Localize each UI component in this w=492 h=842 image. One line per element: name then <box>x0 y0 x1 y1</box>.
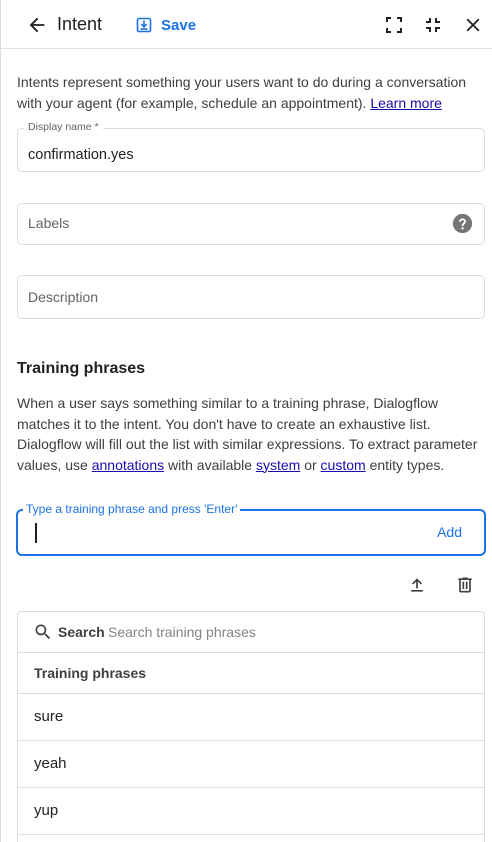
display-name-field[interactable]: Display name * confirmation.yes <box>17 121 485 172</box>
upload-button[interactable] <box>405 573 429 597</box>
training-phrases-title: Training phrases <box>17 360 146 377</box>
description-placeholder: Description <box>28 289 99 305</box>
table-search-row: Search <box>18 612 484 653</box>
save-icon <box>136 17 152 33</box>
fullscreen-button[interactable] <box>382 13 406 37</box>
phrase-text: yeah <box>34 755 67 772</box>
training-phrase-input-label: Type a training phrase and press 'Enter' <box>23 502 241 516</box>
page-title: Intent <box>57 14 103 34</box>
search-label: Search <box>58 624 105 640</box>
display-name-label: Display name * <box>24 121 103 133</box>
phrase-text: yup <box>34 802 59 819</box>
custom-link[interactable]: custom <box>321 457 366 473</box>
help-circle-icon[interactable] <box>452 213 473 234</box>
search-phrases-input[interactable] <box>108 620 438 644</box>
delete-button[interactable] <box>453 573 477 597</box>
labels-field[interactable]: Labels <box>17 203 485 245</box>
fullscreen-icon <box>386 17 402 33</box>
search-icon <box>35 624 51 640</box>
trash-icon <box>458 577 472 593</box>
labels-placeholder: Labels <box>28 215 70 231</box>
add-phrase-button[interactable]: Add <box>437 524 462 540</box>
column-header-label: Training phrases <box>34 665 147 681</box>
back-button[interactable] <box>24 12 50 38</box>
training-desc-text-2: with available <box>168 456 253 473</box>
system-link[interactable]: system <box>256 457 300 473</box>
save-label: Save <box>161 16 197 34</box>
description-field[interactable]: Description <box>17 275 485 319</box>
phrase-text: sure <box>34 708 64 725</box>
annotations-link[interactable]: annotations <box>92 457 164 473</box>
training-phrase-input[interactable]: Type a training phrase and press 'Enter'… <box>16 502 486 556</box>
panel-header: Intent Save <box>0 0 492 49</box>
intent-intro-text: Intents represent something your users w… <box>17 72 477 113</box>
text-caret <box>35 523 37 543</box>
fullscreen-exit-icon <box>426 18 440 32</box>
training-desc-text-3: or <box>304 456 317 473</box>
table-row[interactable]: yup <box>18 788 484 835</box>
arrow-back-icon <box>29 17 45 33</box>
table-row[interactable]: sure <box>18 694 484 741</box>
upload-icon <box>411 578 423 592</box>
table-column-header: Training phrases <box>18 653 484 694</box>
panel-left-border <box>0 0 1 842</box>
training-phrases-description: When a user says something similar to a … <box>17 393 479 475</box>
learn-more-link[interactable]: Learn more <box>370 95 442 111</box>
close-icon <box>466 18 480 32</box>
close-button[interactable] <box>461 13 485 37</box>
save-button[interactable]: Save <box>136 13 196 37</box>
training-phrases-table: Search Training phrases sure yeah yup <box>17 611 485 842</box>
table-rows: sure yeah yup <box>18 694 484 842</box>
table-row[interactable]: yeah <box>18 741 484 788</box>
exit-fullscreen-button[interactable] <box>421 13 445 37</box>
table-row[interactable] <box>18 835 484 842</box>
training-desc-text-4: entity types. <box>369 456 445 473</box>
display-name-value: confirmation.yes <box>28 147 134 163</box>
